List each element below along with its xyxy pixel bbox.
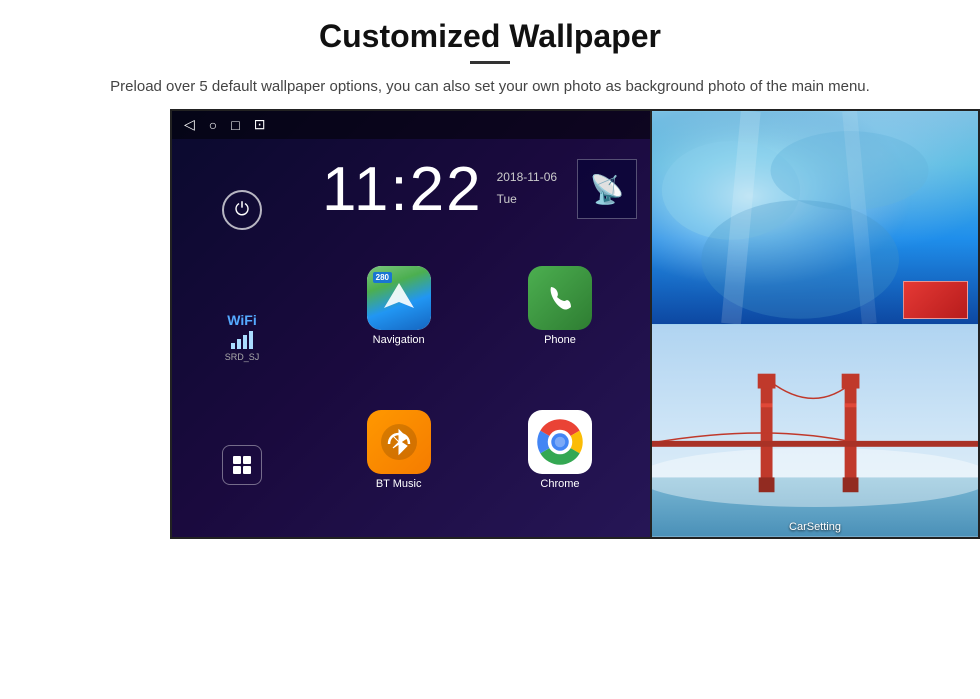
- phone-icon: [528, 266, 592, 330]
- screenshot-icon[interactable]: ⊡: [254, 116, 266, 133]
- app-item-phone[interactable]: Phone: [483, 238, 636, 375]
- wifi-bar-3: [243, 335, 247, 349]
- clock-time: 11:22: [322, 154, 483, 225]
- phone-svg: [541, 279, 579, 317]
- bt-svg: [379, 422, 419, 462]
- wallpaper-thumb-small: [903, 281, 968, 319]
- device-area: ◁ ○ □ ⊡ ♦ ▾ 11:22 ⏻ WiFi: [85, 109, 895, 539]
- status-nav-buttons: ◁ ○ □ ⊡: [184, 116, 265, 133]
- page-title: Customized Wallpaper: [60, 18, 920, 55]
- chrome-svg: [532, 414, 588, 470]
- clock-day-text: Tue: [497, 189, 558, 211]
- app-item-navigation[interactable]: 280 Navigation: [322, 238, 475, 375]
- wifi-ssid: SRD_SJ: [225, 352, 260, 362]
- wifi-bar-1: [231, 343, 235, 349]
- phone-label: Phone: [544, 334, 576, 346]
- bridge-svg: [652, 324, 978, 537]
- recents-icon[interactable]: □: [231, 117, 239, 133]
- wifi-label: WiFi: [225, 312, 260, 328]
- radio-icon: 📡: [590, 173, 625, 206]
- page-subtitle: Preload over 5 default wallpaper options…: [60, 76, 920, 99]
- grid-icon: [233, 456, 251, 474]
- home-icon[interactable]: ○: [209, 117, 217, 133]
- bt-music-label: BT Music: [376, 478, 422, 490]
- wifi-widget: WiFi SRD_SJ: [225, 312, 260, 362]
- radio-widget[interactable]: 📡: [577, 159, 637, 219]
- clock-date-text: 2018-11-06: [497, 167, 558, 189]
- apps-button[interactable]: [222, 445, 262, 485]
- wallpaper-bridge: CarSetting: [652, 324, 978, 537]
- page-header: Customized Wallpaper Preload over 5 defa…: [0, 0, 980, 109]
- wifi-bars: [225, 331, 260, 349]
- nav-map-icon: [379, 278, 419, 318]
- wallpaper-ice: [652, 111, 978, 324]
- bt-music-icon: [367, 410, 431, 474]
- wallpaper-panel: CarSetting: [650, 109, 980, 539]
- car-setting-label: CarSetting: [789, 521, 841, 533]
- back-icon[interactable]: ◁: [184, 116, 195, 133]
- wifi-bar-4: [249, 331, 253, 349]
- app-item-bt-music[interactable]: BT Music: [322, 382, 475, 519]
- power-button[interactable]: ⏻: [222, 190, 262, 230]
- left-sidebar: ⏻ WiFi SRD_SJ: [172, 139, 312, 537]
- chrome-label: Chrome: [540, 478, 579, 490]
- clock-date: 2018-11-06 Tue: [497, 167, 558, 210]
- navigation-label: Navigation: [373, 334, 425, 346]
- app-item-chrome[interactable]: Chrome: [483, 382, 636, 519]
- wifi-bar-2: [237, 339, 241, 349]
- navigation-icon: 280: [367, 266, 431, 330]
- chrome-icon: [528, 410, 592, 474]
- title-divider: [470, 61, 510, 64]
